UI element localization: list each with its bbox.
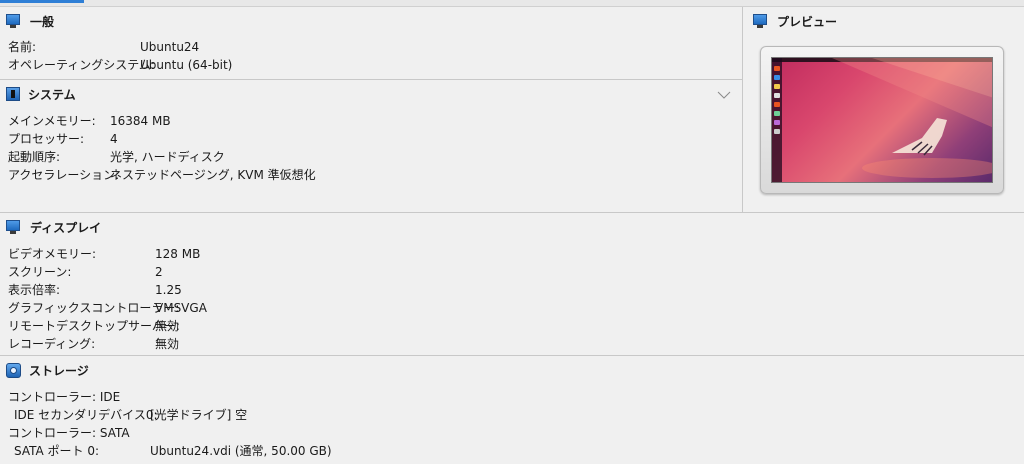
display-value: VMSVGA	[155, 301, 207, 315]
storage-key: SATA ポート 0:	[14, 444, 100, 458]
storage-controller-label: コントローラー: IDE	[8, 390, 121, 404]
system-value: 4	[110, 132, 118, 146]
system-title: システム	[28, 87, 76, 102]
display-value: 2	[155, 265, 163, 279]
display-value: 無効	[155, 337, 180, 351]
display-key: レコーディング:	[8, 337, 96, 351]
top-tab-strip	[0, 0, 1024, 7]
system-value: 光学, ハードディスク	[110, 150, 225, 164]
system-value: 16384 MB	[110, 114, 171, 128]
storage-title: ストレージ	[29, 363, 89, 378]
display-value: 無効	[155, 319, 180, 333]
vm-preview-screen	[771, 57, 993, 183]
system-key: 起動順序:	[8, 150, 61, 164]
storage-value[interactable]: [光学ドライブ] 空	[150, 406, 247, 424]
display-section: ディスプレイ ビデオメモリー: 128 MB スクリーン: 2 表示倍率: 1.…	[0, 213, 1024, 355]
display-key: スクリーン:	[8, 265, 72, 279]
general-value: Ubuntu24	[140, 40, 200, 54]
monitor-icon	[753, 14, 769, 28]
system-section: システム メインメモリー: 16384 MB プロセッサー: 4 起動順序: 光…	[0, 80, 742, 211]
display-value: 128 MB	[155, 247, 201, 261]
storage-header[interactable]: ストレージ	[6, 360, 89, 380]
display-value: 1.25	[155, 283, 182, 297]
display-key: ビデオメモリー:	[8, 247, 97, 261]
system-value: ネステッドページング, KVM 準仮想化	[110, 168, 316, 182]
storage-section: ストレージ コントローラー: IDE IDE セカンダリデバイス0: [光学ドラ…	[0, 356, 1024, 464]
vm-preview-thumbnail[interactable]	[760, 46, 1004, 194]
monitor-icon	[6, 14, 22, 28]
display-title: ディスプレイ	[30, 220, 102, 235]
preview-title: プレビュー	[777, 14, 838, 29]
system-key: メインメモリー:	[8, 114, 96, 128]
chevron-down-icon[interactable]	[717, 88, 731, 102]
active-tab-indicator	[0, 0, 84, 3]
general-header[interactable]: 一般	[6, 11, 54, 31]
display-key: グラフィックスコントローラー:	[8, 301, 180, 315]
storage-controller-label: コントローラー: SATA	[8, 426, 130, 440]
preview-header[interactable]: プレビュー	[753, 11, 837, 31]
system-header[interactable]: システム	[6, 84, 76, 104]
storage-value[interactable]: Ubuntu24.vdi (通常, 50.00 GB)	[150, 442, 332, 460]
monitor-icon	[6, 220, 22, 234]
chip-icon	[6, 87, 20, 101]
general-key: 名前:	[8, 40, 37, 54]
system-key: アクセラレーション:	[8, 168, 120, 182]
general-value: Ubuntu (64-bit)	[140, 58, 233, 72]
general-section: 一般 名前: Ubuntu24 オペレーティングシステム: Ubuntu (64…	[0, 7, 742, 79]
system-key: プロセッサー:	[8, 132, 85, 146]
display-header[interactable]: ディスプレイ	[6, 217, 101, 237]
storage-key: IDE セカンダリデバイス0:	[14, 408, 158, 422]
storage-icon	[6, 362, 21, 378]
display-key: 表示倍率:	[8, 283, 61, 297]
general-title: 一般	[30, 14, 55, 29]
wallpaper-animal-image	[832, 58, 992, 178]
general-key: オペレーティングシステム:	[8, 58, 155, 72]
